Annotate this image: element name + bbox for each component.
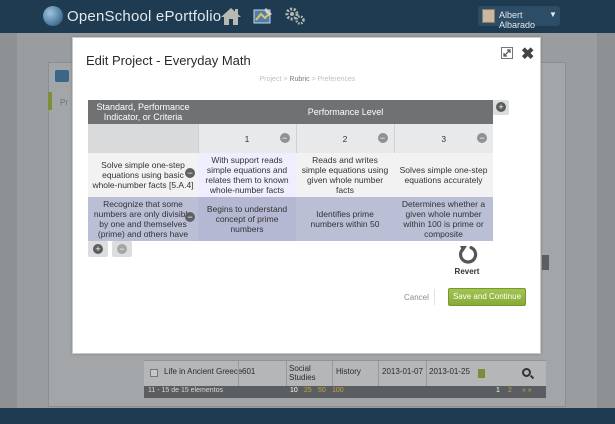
next-page-arrows[interactable]: » » xyxy=(522,387,532,394)
criterion-cell[interactable]: Recognize that some numbers are only div… xyxy=(88,197,198,241)
table-pagination-footer: 11 - 15 de 15 elementos 10 25 50 100 1 2… xyxy=(144,386,546,398)
descriptor-cell[interactable]: With support reads simple equations and … xyxy=(198,153,296,197)
scrollbar-thumb[interactable] xyxy=(542,255,549,270)
add-level-button[interactable]: + xyxy=(493,100,509,115)
page-size-option[interactable]: 100 xyxy=(332,387,344,394)
button-divider xyxy=(434,289,435,305)
project-code-cell: 601 xyxy=(242,367,256,376)
column-divider xyxy=(426,361,427,387)
step-preferences[interactable]: Preferences xyxy=(318,76,356,83)
criteria-subheader xyxy=(88,124,199,153)
logo-globe-icon xyxy=(43,6,63,26)
level-number[interactable]: 3 xyxy=(399,134,490,144)
save-and-continue-button[interactable]: Save and Continue xyxy=(448,288,526,306)
settings-gears-icon[interactable] xyxy=(284,6,306,26)
criterion-cell[interactable]: Solve simple one-step equations using ba… xyxy=(88,153,198,197)
remove-criterion-button[interactable]: − xyxy=(112,241,132,257)
start-date-cell: 2013-01-07 xyxy=(382,367,423,376)
descriptor-cell[interactable]: Solves simple one-step equations accurat… xyxy=(394,153,494,197)
remove-level-icon[interactable]: − xyxy=(279,133,290,143)
descriptor-cell[interactable]: Reads and writes simple equations using … xyxy=(296,153,394,197)
criterion-text: Solve simple one-step equations using ba… xyxy=(92,160,194,190)
user-avatar xyxy=(482,9,495,23)
descriptor-cell[interactable]: Identifies prime numbers within 50 xyxy=(296,197,394,241)
table-row[interactable]: Life in Ancient Greece 601 Social Studie… xyxy=(144,360,546,387)
modal-title: Edit Project - Everyday Math xyxy=(86,53,251,68)
page-size-option[interactable]: 10 xyxy=(290,387,298,394)
criteria-column-header: Standard, Performance Indicator, or Crit… xyxy=(88,100,198,124)
page-link[interactable]: 2 xyxy=(508,387,512,394)
expand-icon[interactable] xyxy=(501,47,513,59)
rubric-row-selected[interactable]: Recognize that some numbers are only div… xyxy=(88,197,494,241)
app-logo-text[interactable]: OpenSchool ePortfolio xyxy=(67,8,221,25)
step-separator: > xyxy=(311,76,316,83)
rubric-row[interactable]: Solve simple one-step equations using ba… xyxy=(88,153,494,197)
project-title-cell: Life in Ancient Greece xyxy=(164,367,243,376)
descriptor-cell[interactable]: Begins to understand concept of prime nu… xyxy=(198,197,296,241)
tag-icon[interactable] xyxy=(478,369,485,378)
user-menu[interactable]: Albert Albarado ▼ xyxy=(478,6,560,30)
minus-icon: − xyxy=(117,244,127,254)
course-cell: History xyxy=(336,367,361,376)
level-header: 1 − xyxy=(198,124,297,153)
step-rubric[interactable]: Rubric xyxy=(289,76,309,83)
column-divider xyxy=(332,361,333,387)
portfolio-map-icon[interactable] xyxy=(252,6,274,26)
remove-level-icon[interactable]: − xyxy=(477,133,488,143)
remove-level-icon[interactable]: − xyxy=(377,133,388,143)
step-breadcrumb: Project > Rubric > Preferences xyxy=(73,76,542,83)
panel-tab-label[interactable]: Pr xyxy=(60,98,68,107)
add-criterion-button[interactable]: + xyxy=(88,241,108,257)
close-icon[interactable]: ✖ xyxy=(521,44,534,64)
step-separator: > xyxy=(283,76,288,83)
panel-icon xyxy=(55,70,69,82)
end-date-cell: 2013-01-25 xyxy=(429,367,470,376)
plus-icon: + xyxy=(93,244,103,254)
revert-icon[interactable] xyxy=(457,243,479,265)
step-project[interactable]: Project xyxy=(260,76,282,83)
page-size-option[interactable]: 25 xyxy=(304,387,312,394)
pagination-range-text: 11 - 15 de 15 elementos xyxy=(148,387,223,394)
column-divider xyxy=(378,361,379,387)
edit-project-modal: Edit Project - Everyday Math ✖ Project >… xyxy=(72,37,541,354)
top-navigation-bar: OpenSchool ePortfolio Albert Albarado ▼ xyxy=(0,0,615,33)
row-checkbox[interactable] xyxy=(150,369,158,377)
rubric-table: Standard, Performance Indicator, or Crit… xyxy=(88,100,494,241)
chevron-down-icon: ▼ xyxy=(549,10,557,19)
bottom-bar xyxy=(0,408,615,424)
remove-criterion-icon[interactable]: − xyxy=(185,212,195,222)
performance-level-header: Performance Level xyxy=(198,100,494,124)
level-number[interactable]: 1 xyxy=(203,134,292,144)
revert-label[interactable]: Revert xyxy=(447,267,487,276)
level-header: 3 − xyxy=(394,124,494,153)
page-link[interactable]: 1 xyxy=(496,387,500,394)
criterion-text: Recognize that some numbers are only div… xyxy=(93,199,193,239)
plus-icon: + xyxy=(496,102,506,112)
page-size-option[interactable]: 50 xyxy=(318,387,326,394)
level-header: 2 − xyxy=(296,124,395,153)
search-icon[interactable] xyxy=(522,368,531,377)
column-divider xyxy=(286,361,287,387)
panel-active-stripe xyxy=(48,92,52,110)
subject-cell: Social Studies xyxy=(289,364,316,382)
level-number[interactable]: 2 xyxy=(301,134,390,144)
column-divider xyxy=(238,361,239,387)
cancel-button[interactable]: Cancel xyxy=(404,293,429,302)
remove-criterion-icon[interactable]: − xyxy=(185,168,195,178)
descriptor-cell[interactable]: Determines whether a given whole number … xyxy=(394,197,494,241)
home-icon[interactable] xyxy=(220,6,242,26)
